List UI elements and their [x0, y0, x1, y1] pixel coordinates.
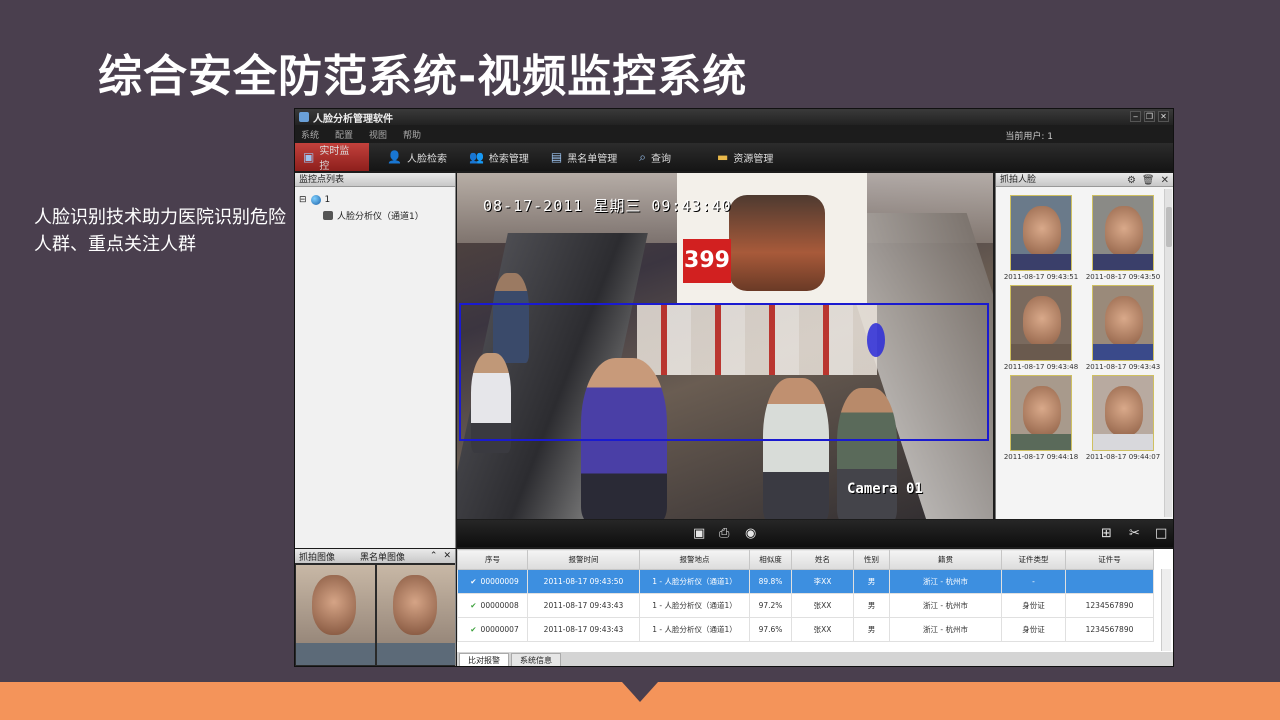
monitor-list-header: 监控点列表 [295, 173, 455, 187]
live-video-view[interactable]: 399 08-17-2011 星期三 09:43:40 Camera 01 [457, 173, 993, 519]
magnifier-icon: ⌕ [639, 149, 646, 164]
captured-face-item[interactable]: 2011-08-17 09:44:18 [1004, 375, 1078, 461]
window-title: 人脸分析管理软件 [313, 113, 393, 125]
minimize-button[interactable]: ‒ [1130, 111, 1141, 122]
table-row[interactable]: ✔ 00000009 2011-08-17 09:43:50 1 - 人脸分析仪（… [457, 569, 1154, 594]
blacklist-icon: ▤ [550, 150, 563, 164]
record-icon[interactable]: ▣ [693, 526, 705, 541]
tab-resource-manage[interactable]: ▬ 资源管理 [709, 143, 787, 171]
close-button[interactable]: ✕ [1158, 111, 1169, 122]
blacklist-image [376, 565, 455, 665]
restore-button[interactable]: ❐ [1144, 111, 1155, 122]
ad-price: 399 [683, 239, 731, 283]
current-user-label: 当前用户: 1 [1005, 132, 1053, 142]
captured-face-item[interactable]: 2011-08-17 09:43:50 [1086, 195, 1160, 281]
window-controls: ‒ ❐ ✕ [1130, 111, 1169, 122]
face-thumbnail [1092, 285, 1154, 361]
layout-grid-icon[interactable]: ⊞ [1101, 526, 1112, 541]
globe-icon [310, 195, 321, 205]
person-search-icon: 👤 [387, 150, 402, 164]
face-thumbnail [1092, 195, 1154, 271]
faces-scrollbar[interactable] [1164, 189, 1172, 517]
footer-notch [622, 682, 658, 702]
menu-system[interactable]: 系统 [301, 128, 319, 141]
tab-face-search[interactable]: 👤 人脸检索 [379, 143, 461, 171]
rice-cooker-ad [729, 195, 825, 291]
col-header[interactable]: 报警地点 [639, 549, 750, 570]
tree-node-channel-1[interactable]: 人脸分析仪（通道1） [323, 209, 424, 222]
person-manage-icon: 👥 [468, 150, 484, 164]
menu-view[interactable]: 视图 [369, 128, 387, 141]
col-header[interactable]: 序号 [457, 549, 528, 570]
captured-face-item[interactable]: 2011-08-17 09:43:43 [1086, 285, 1160, 371]
osd-timestamp: 08-17-2011 星期三 09:43:40 [483, 197, 732, 215]
close-panel-icon[interactable]: ✕ [1161, 174, 1169, 188]
col-header[interactable]: 证件号 [1065, 549, 1154, 570]
settings-gear-icon[interactable]: ⚙ [1127, 174, 1136, 188]
tab-blacklist-manage[interactable]: ▤ 黑名单管理 [543, 143, 631, 171]
folder-icon: ▬ [716, 150, 729, 164]
monitor-list-panel: 监控点列表 ⊟ 1 人脸分析仪（通道1） [295, 173, 456, 548]
bottom-tab-bar: 比对报警 系统信息 [457, 652, 1173, 666]
col-header[interactable]: 姓名 [791, 549, 854, 570]
table-header-row: 序号 报警时间 报警地点 相似度 姓名 性别 籍贯 证件类型 证件号 [457, 549, 1154, 570]
check-icon: ✔ [470, 625, 477, 634]
tab-search-manage[interactable]: 👥 检索管理 [461, 143, 543, 171]
table-row[interactable]: ✔ 00000008 2011-08-17 09:43:43 1 - 人脸分析仪（… [457, 593, 1154, 618]
main-toolbar: ▣ 实时监控 👤 人脸检索 👥 检索管理 ▤ 黑名单管理 ⌕ 查询 ▬ 资源管理 [295, 143, 1173, 172]
alarm-image-header: 抓拍图像 黑名单图像 ⌃ ✕ [295, 549, 455, 563]
face-thumbnail [1092, 375, 1154, 451]
captured-alarm-image [296, 565, 375, 665]
fullscreen-icon[interactable]: □ [1155, 526, 1167, 541]
table-row[interactable]: ✔ 00000007 2011-08-17 09:43:43 1 - 人脸分析仪（… [457, 617, 1154, 642]
face-thumbnail [1010, 375, 1072, 451]
check-icon: ✔ [470, 601, 477, 610]
osd-camera-label: Camera 01 [847, 481, 923, 497]
col-header[interactable]: 报警时间 [527, 549, 640, 570]
scissors-icon[interactable]: ✂ [1129, 526, 1140, 541]
captured-face-grid: 2011-08-17 09:43:51 2011-08-17 09:43:50 … [1004, 195, 1160, 461]
col-header[interactable]: 籍贯 [889, 549, 1002, 570]
detection-region-box [459, 303, 989, 441]
table-scrollbar[interactable] [1161, 569, 1171, 651]
col-header[interactable]: 相似度 [749, 549, 792, 570]
col-header[interactable]: 性别 [853, 549, 890, 570]
monitor-icon: ▣ [303, 150, 315, 164]
captured-face-item[interactable]: 2011-08-17 09:43:48 [1004, 285, 1078, 371]
face-thumbnail [1010, 285, 1072, 361]
video-control-bar: ▣ ⎙ ◉ ⊞ ✂ □ [457, 520, 1173, 547]
captured-faces-header: 抓拍人脸 ⚙ 🗑 ✕ [996, 173, 1173, 187]
camera-snapshot-icon[interactable]: ◉ [745, 526, 756, 541]
title-bar: 人脸分析管理软件 ‒ ❐ ✕ [295, 109, 1173, 125]
captured-faces-panel: 抓拍人脸 ⚙ 🗑 ✕ 2011-08-17 09:43:51 2011-08-1… [995, 173, 1173, 519]
captured-face-item[interactable]: 2011-08-17 09:43:51 [1004, 195, 1078, 281]
trash-icon[interactable]: 🗑 [1142, 174, 1155, 188]
tab-query[interactable]: ⌕ 查询 [631, 143, 685, 171]
col-header[interactable]: 证件类型 [1001, 549, 1066, 570]
alarm-table: 序号 报警时间 报警地点 相似度 姓名 性别 籍贯 证件类型 证件号 ✔ 0000… [457, 549, 1173, 652]
alarm-image-panel: 抓拍图像 黑名单图像 ⌃ ✕ [295, 549, 456, 666]
tab-system-info[interactable]: 系统信息 [511, 653, 561, 666]
close-panel-icon[interactable]: ✕ [443, 551, 451, 561]
slide-title: 综合安全防范系统-视频监控系统 [98, 51, 748, 102]
tab-compare-alarm[interactable]: 比对报警 [459, 653, 509, 666]
face-thumbnail [1010, 195, 1072, 271]
print-icon[interactable]: ⎙ [719, 526, 729, 541]
chevron-up-icon[interactable]: ⌃ [430, 551, 438, 561]
app-logo-icon [299, 112, 309, 122]
mouse-cursor-icon [867, 323, 885, 357]
side-note: 人脸识别技术助力医院识别危险人群、重点关注人群 [34, 207, 286, 255]
tab-live-monitor[interactable]: ▣ 实时监控 [295, 143, 369, 172]
check-icon: ✔ [470, 577, 477, 586]
captured-face-item[interactable]: 2011-08-17 09:44:07 [1086, 375, 1160, 461]
collapse-icon[interactable]: ⊟ [299, 195, 307, 205]
menu-help[interactable]: 帮助 [403, 128, 421, 141]
tree-node-root[interactable]: ⊟ 1 [299, 195, 330, 205]
face-analysis-app-window: 人脸分析管理软件 ‒ ❐ ✕ 系统 配置 视图 帮助 当前用户: 1 ▣ 实时监… [294, 108, 1174, 667]
camera-node-icon [323, 211, 333, 220]
menu-config[interactable]: 配置 [335, 128, 353, 141]
